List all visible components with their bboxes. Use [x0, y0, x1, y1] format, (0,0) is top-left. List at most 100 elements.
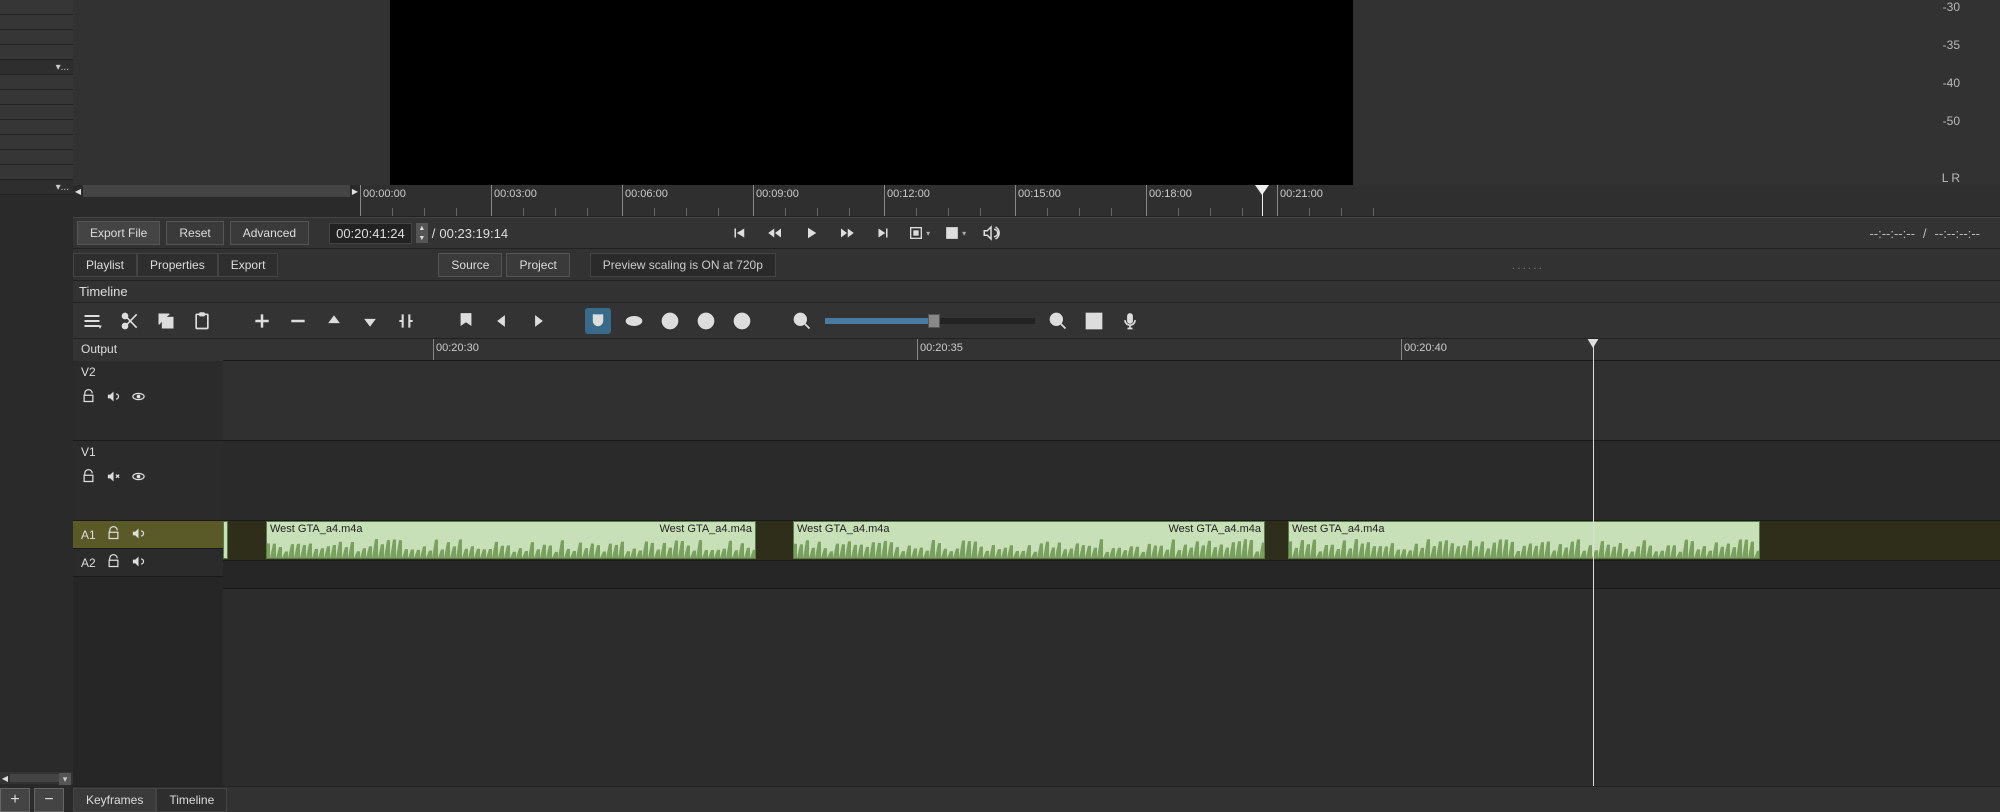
track-label: V2: [81, 365, 215, 379]
left-dropdown-icon[interactable]: ▾: [59, 773, 71, 785]
mute-icon[interactable]: [131, 526, 146, 544]
zoom-fit-icon[interactable]: [1081, 308, 1107, 334]
split-icon[interactable]: [393, 308, 419, 334]
timecode-spinner[interactable]: ▲▼: [416, 223, 428, 243]
left-row: [0, 45, 73, 60]
left-row: [0, 75, 73, 90]
track-v1-lane[interactable]: [223, 441, 2000, 521]
left-row-collapsed[interactable]: ▾ ...: [0, 60, 73, 75]
track-a1-lane[interactable]: West GTA_a4.m4aWest GTA_a4.m4aWest GTA_a…: [223, 521, 2000, 561]
cut-icon[interactable]: [117, 308, 143, 334]
advanced-button[interactable]: Advanced: [230, 221, 309, 245]
output-track-header[interactable]: Output: [73, 339, 223, 361]
copy-icon[interactable]: [153, 308, 179, 334]
left-side-panel: ▾ ... ▾ ... ▾ ◀ ▶ + −: [0, 0, 73, 812]
db-mark: -40: [1943, 76, 1960, 114]
preview-scaling-status[interactable]: Preview scaling is ON at 720p: [590, 253, 776, 277]
track-header-v1[interactable]: V1: [73, 441, 223, 521]
record-audio-icon[interactable]: [1117, 308, 1143, 334]
panel-drag-handle[interactable]: ......: [1512, 258, 1544, 272]
eye-icon[interactable]: [131, 469, 146, 487]
next-marker-icon[interactable]: [525, 308, 551, 334]
left-row: [0, 120, 73, 135]
timeline-panel-title: Timeline: [73, 281, 2000, 303]
timecode-display: 00:20:41:24 ▲▼ / 00:23:19:14: [329, 223, 508, 244]
db-mark: -50: [1943, 114, 1960, 152]
scrub-icon[interactable]: [621, 308, 647, 334]
remove-icon[interactable]: [285, 308, 311, 334]
lock-icon[interactable]: [106, 554, 121, 572]
tab-properties[interactable]: Properties: [137, 253, 218, 277]
mute-off-icon[interactable]: [106, 469, 121, 487]
volume-icon[interactable]: [980, 222, 1002, 244]
skip-next-icon[interactable]: [872, 222, 894, 244]
snap-icon[interactable]: [585, 308, 611, 334]
track-header-a1[interactable]: A1: [73, 521, 223, 549]
paste-icon[interactable]: [189, 308, 215, 334]
timecode-sep: /: [432, 226, 436, 241]
lr-label: L R: [1942, 171, 1960, 185]
fast-forward-icon[interactable]: [836, 222, 858, 244]
left-row: [0, 0, 73, 15]
mute-icon[interactable]: [131, 554, 146, 572]
grid-dropdown[interactable]: ▾: [944, 222, 966, 244]
reset-button[interactable]: Reset: [166, 221, 223, 245]
play-icon[interactable]: [800, 222, 822, 244]
out-timecode: --:--:--:--: [1935, 226, 1980, 241]
rewind-icon[interactable]: [764, 222, 786, 244]
preview-left-gap: [73, 0, 390, 185]
export-file-button[interactable]: Export File: [77, 221, 160, 245]
ellipsis-label: ...: [61, 182, 69, 193]
video-preview[interactable]: [390, 0, 1353, 185]
tab-keyframes[interactable]: Keyframes: [73, 788, 156, 812]
zoom-out-icon[interactable]: [789, 308, 815, 334]
audio-clip[interactable]: West GTA_a4.m4aWest GTA_a4.m4a: [266, 521, 756, 559]
tab-source[interactable]: Source: [438, 253, 502, 277]
lock-icon[interactable]: [106, 526, 121, 544]
zoom-in-icon[interactable]: [1045, 308, 1071, 334]
current-timecode[interactable]: 00:20:41:24: [329, 223, 412, 244]
overwrite-icon[interactable]: [357, 308, 383, 334]
menu-icon[interactable]: ▾: [81, 308, 107, 334]
left-row: [0, 90, 73, 105]
track-a2-lane[interactable]: [223, 561, 2000, 589]
timeline-playhead[interactable]: [1593, 339, 1594, 786]
left-row-collapsed[interactable]: ▾ ...: [0, 180, 73, 195]
db-mark: -30: [1943, 0, 1960, 38]
skip-previous-icon[interactable]: [728, 222, 750, 244]
ripple-icon[interactable]: [657, 308, 683, 334]
scroll-right-icon[interactable]: ▶: [350, 185, 360, 197]
track-label: V1: [81, 445, 215, 459]
tab-playlist[interactable]: Playlist: [73, 253, 137, 277]
track-label: A1: [81, 528, 96, 542]
lock-icon[interactable]: [81, 469, 96, 487]
remove-button[interactable]: −: [34, 788, 64, 812]
preview-ruler[interactable]: 00:00:0000:03:0000:06:0000:09:0000:12:00…: [360, 185, 2000, 217]
track-header-v2[interactable]: V2: [73, 361, 223, 441]
timeline-tracks-body[interactable]: 00:20:3000:20:3500:20:40 West GTA_a4.m4a…: [223, 339, 2000, 786]
timeline-ruler[interactable]: 00:20:3000:20:3500:20:40: [223, 339, 2000, 361]
tab-export[interactable]: Export: [218, 253, 279, 277]
audio-clip[interactable]: West GTA_a4.m4a: [1288, 521, 1760, 559]
eye-icon[interactable]: [131, 389, 146, 407]
audio-clip[interactable]: West GTA_a4.m4aWest GTA_a4.m4a: [793, 521, 1265, 559]
track-headers: Output V2 V1: [73, 339, 223, 786]
append-icon[interactable]: [249, 308, 275, 334]
tab-project[interactable]: Project: [506, 253, 569, 277]
tab-timeline[interactable]: Timeline: [156, 788, 227, 812]
track-v2-lane[interactable]: [223, 361, 2000, 441]
lift-icon[interactable]: [321, 308, 347, 334]
mute-icon[interactable]: [106, 389, 121, 407]
marker-icon[interactable]: [453, 308, 479, 334]
ripple-all-icon[interactable]: [693, 308, 719, 334]
lock-icon[interactable]: [81, 389, 96, 407]
scroll-left-icon[interactable]: ◀: [0, 773, 10, 783]
zoom-slider[interactable]: [825, 318, 1035, 324]
prev-marker-icon[interactable]: [489, 308, 515, 334]
zoom-mode-dropdown[interactable]: ▾: [908, 222, 930, 244]
scroll-left-icon[interactable]: ◀: [73, 185, 83, 197]
add-button[interactable]: +: [0, 788, 30, 812]
track-header-a2[interactable]: A2: [73, 549, 223, 577]
db-mark: -35: [1943, 38, 1960, 76]
ripple-markers-icon[interactable]: [729, 308, 755, 334]
